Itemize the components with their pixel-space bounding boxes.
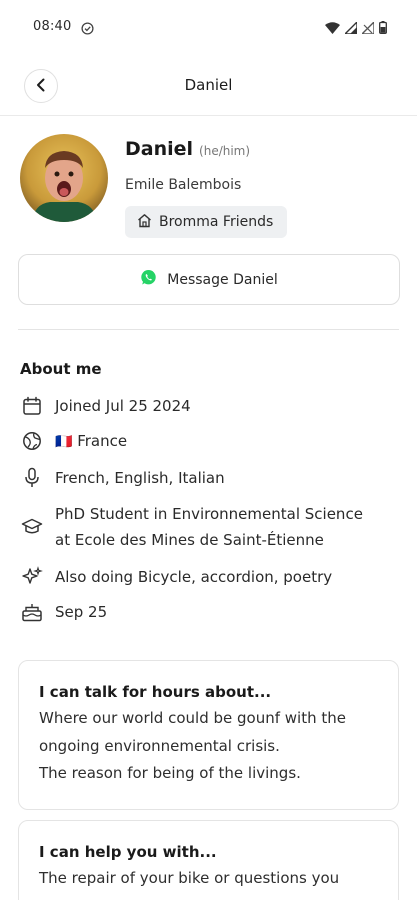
- page-title: Daniel: [184, 76, 233, 94]
- talk-about-card: I can talk for hours about... Where our …: [18, 660, 399, 810]
- signal-icon: [343, 19, 358, 38]
- france-flag: 🇫🇷: [55, 434, 73, 450]
- microphone-icon: [20, 465, 43, 491]
- home-icon: [137, 213, 152, 232]
- wifi-icon: [325, 19, 340, 38]
- battery-icon: [379, 19, 387, 38]
- top-app-bar: Daniel: [0, 58, 417, 116]
- check-circle-icon: [81, 20, 94, 39]
- card-line: ongoing environnemental crisis.: [39, 736, 280, 755]
- card-line: The reason for being of the livings.: [39, 764, 301, 782]
- profile-full-name: Emile Balembois: [125, 177, 242, 193]
- profile-name: Daniel: [125, 138, 194, 160]
- divider: [18, 329, 399, 330]
- card-line: The repair of your bike or questions you: [39, 869, 340, 887]
- joined-text: Joined Jul 25 2024: [55, 397, 191, 415]
- name-row: Daniel (he/him): [125, 138, 250, 160]
- about-country: 🇫🇷 France: [20, 428, 405, 455]
- status-icons: [325, 19, 387, 38]
- education-line-2: at Ecole des Mines de Saint-Étienne: [55, 531, 324, 549]
- education-line-1: PhD Student in Environnemental Science: [55, 505, 363, 523]
- help-with-card: I can help you with... The repair of you…: [18, 820, 399, 900]
- languages-text: French, English, Italian: [55, 469, 225, 487]
- message-button[interactable]: Message Daniel: [18, 254, 400, 305]
- sparkles-icon: [20, 564, 43, 590]
- about-birthday: Sep 25: [20, 599, 405, 625]
- globe-icon: [20, 428, 43, 454]
- about-joined: Joined Jul 25 2024: [20, 393, 405, 419]
- message-button-label: Message Daniel: [167, 271, 278, 288]
- birthday-text: Sep 25: [55, 603, 108, 621]
- education-text: PhD Student in Environnemental Science at…: [55, 501, 405, 553]
- status-time: 08:40: [33, 19, 72, 34]
- graduation-cap-icon: [20, 501, 43, 553]
- country-name: France: [77, 432, 128, 450]
- profile-pronouns: (he/him): [199, 144, 251, 158]
- calendar-icon: [20, 393, 43, 419]
- about-hobbies: Also doing Bicycle, accordion, poetry: [20, 564, 405, 590]
- signal-icon-2: [360, 19, 375, 38]
- about-education: PhD Student in Environnemental Science at…: [20, 501, 405, 553]
- country-text: 🇫🇷 France: [55, 428, 405, 455]
- about-languages: French, English, Italian: [20, 465, 405, 491]
- card-title: I can talk for hours about...: [39, 683, 272, 701]
- cake-icon: [20, 599, 43, 625]
- hobbies-text: Also doing Bicycle, accordion, poetry: [55, 568, 333, 586]
- status-bar: 08:40: [0, 0, 417, 58]
- card-title: I can help you with...: [39, 843, 217, 861]
- whatsapp-icon: [140, 269, 157, 290]
- about-title: About me: [20, 360, 102, 378]
- group-chip-label: Bromma Friends: [159, 214, 274, 230]
- group-chip[interactable]: Bromma Friends: [125, 206, 288, 238]
- card-line: Where our world could be gounf with the: [39, 709, 346, 727]
- avatar: [20, 134, 108, 222]
